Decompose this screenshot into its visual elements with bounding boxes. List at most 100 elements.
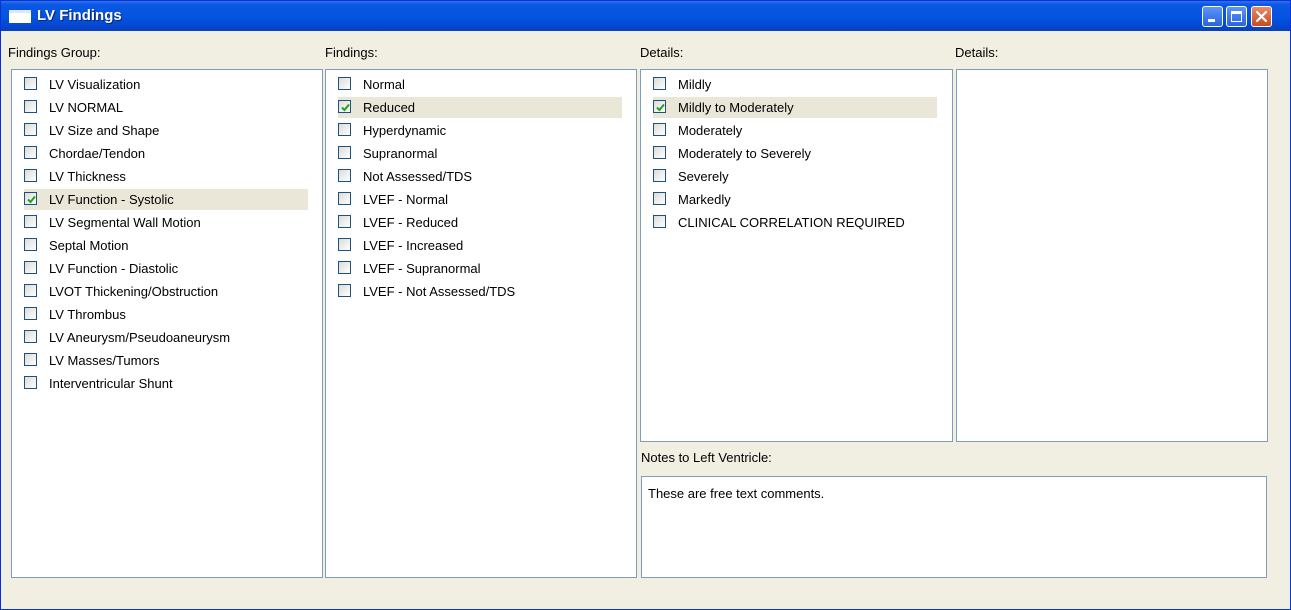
checkbox-label: Supranormal [363,146,438,161]
checkbox-item[interactable]: Moderately to Severely [653,143,937,164]
checkbox-label: Severely [678,169,729,184]
checkbox-item[interactable]: Supranormal [338,143,622,164]
checkbox[interactable] [338,146,351,159]
details-2-label: Details: [955,45,999,60]
checkbox-item[interactable]: LV Masses/Tumors [24,350,308,371]
checkbox-item[interactable]: LVEF - Supranormal [338,258,622,279]
checkbox-label: LV Function - Systolic [49,192,174,207]
checkbox-item[interactable]: LV Visualization [24,74,308,95]
checkbox[interactable] [24,307,37,320]
checkbox-checked[interactable] [653,100,666,113]
checkbox-item[interactable]: Mildly to Moderately [653,97,937,118]
checkbox-label: Mildly to Moderately [678,100,794,115]
checkbox-item[interactable]: LVOT Thickening/Obstruction [24,281,308,302]
close-icon [1255,10,1268,23]
checkbox[interactable] [338,77,351,90]
checkbox[interactable] [653,123,666,136]
checkbox-item[interactable]: Not Assessed/TDS [338,166,622,187]
close-button[interactable] [1251,6,1272,27]
checkbox-item[interactable]: Hyperdynamic [338,120,622,141]
title-bar[interactable]: LV Findings [1,1,1290,31]
checkbox[interactable] [653,215,666,228]
checkbox-label: LV Visualization [49,77,141,92]
checkbox[interactable] [24,261,37,274]
checkbox-label: Septal Motion [49,238,129,253]
checkbox-item[interactable]: CLINICAL CORRELATION REQUIRED [653,212,937,233]
checkbox[interactable] [338,238,351,251]
checkbox-item[interactable]: Interventricular Shunt [24,373,308,394]
checkbox[interactable] [24,353,37,366]
details-label: Details: [640,45,684,60]
checkbox-label: Moderately [678,123,743,138]
findings-list[interactable]: Normal Reduced Hyperdynamic Supranormal Not … [325,69,637,578]
checkmark-icon [656,103,665,112]
checkbox-item[interactable]: Reduced [338,97,622,118]
checkbox[interactable] [338,123,351,136]
checkbox-item[interactable]: LV Thrombus [24,304,308,325]
details-2-list[interactable] [956,69,1268,442]
checkbox[interactable] [24,100,37,113]
checkbox-item[interactable]: LVEF - Reduced [338,212,622,233]
findings-label: Findings: [325,45,378,60]
checkbox-label: LVEF - Supranormal [363,261,481,276]
checkbox[interactable] [653,77,666,90]
checkbox-item[interactable]: LVEF - Not Assessed/TDS [338,281,622,302]
window-icon [9,10,31,23]
checkbox-label: LV Function - Diastolic [49,261,179,276]
checkbox[interactable] [653,169,666,182]
checkbox-item[interactable]: Markedly [653,189,937,210]
checkbox-label: LVEF - Normal [363,192,448,207]
checkbox-item[interactable]: Chordae/Tendon [24,143,308,164]
checkbox-item[interactable]: LV Function - Systolic [24,189,308,210]
details-list[interactable]: Mildly Mildly to Moderately Moderately Mode… [640,69,953,442]
checkbox-item[interactable]: Normal [338,74,622,95]
checkbox-item[interactable]: Mildly [653,74,937,95]
checkbox[interactable] [338,261,351,274]
checkbox-checked[interactable] [24,192,37,205]
findings-group-list[interactable]: LV Visualization LV NORMAL LV Size and Sha… [11,69,323,578]
checkbox-label: LV NORMAL [49,100,124,115]
checkbox[interactable] [24,376,37,389]
checkbox-item[interactable]: Septal Motion [24,235,308,256]
lv-findings-window: LV Findings Findings Group: Findings: De… [0,0,1291,610]
checkbox[interactable] [338,215,351,228]
checkbox[interactable] [24,77,37,90]
checkbox[interactable] [338,284,351,297]
checkbox-label: LV Masses/Tumors [49,353,160,368]
checkbox[interactable] [24,330,37,343]
checkbox-checked[interactable] [338,100,351,113]
maximize-button[interactable] [1226,6,1247,27]
checkbox[interactable] [338,192,351,205]
checkbox-label: Mildly [678,77,712,92]
checkbox-item[interactable]: LV Aneurysm/Pseudoaneurysm [24,327,308,348]
checkbox-label: LV Aneurysm/Pseudoaneurysm [49,330,231,345]
checkbox[interactable] [653,146,666,159]
checkbox-label: Markedly [678,192,731,207]
checkbox-label: LVEF - Reduced [363,215,459,230]
checkbox-item[interactable]: Severely [653,166,937,187]
checkbox[interactable] [24,146,37,159]
checkbox-item[interactable]: LV Size and Shape [24,120,308,141]
checkbox-item[interactable]: LV Thickness [24,166,308,187]
checkbox-item[interactable]: LV Segmental Wall Motion [24,212,308,233]
checkmark-icon [27,195,36,204]
checkbox-label: LV Segmental Wall Motion [49,215,201,230]
checkbox-label: LV Thrombus [49,307,126,322]
checkbox[interactable] [24,169,37,182]
checkbox-item[interactable]: LVEF - Increased [338,235,622,256]
checkbox-item[interactable]: LV Function - Diastolic [24,258,308,279]
checkbox-label: LVEF - Not Assessed/TDS [363,284,516,299]
notes-textarea[interactable]: These are free text comments. [641,476,1267,578]
checkbox-label: LV Size and Shape [49,123,160,138]
checkbox-item[interactable]: Moderately [653,120,937,141]
checkbox-label: Moderately to Severely [678,146,811,161]
checkbox-item[interactable]: LVEF - Normal [338,189,622,210]
checkbox[interactable] [338,169,351,182]
checkbox[interactable] [24,215,37,228]
checkbox[interactable] [24,284,37,297]
checkbox[interactable] [653,192,666,205]
checkbox[interactable] [24,238,37,251]
checkbox[interactable] [24,123,37,136]
minimize-button[interactable] [1202,6,1223,27]
checkbox-item[interactable]: LV NORMAL [24,97,308,118]
